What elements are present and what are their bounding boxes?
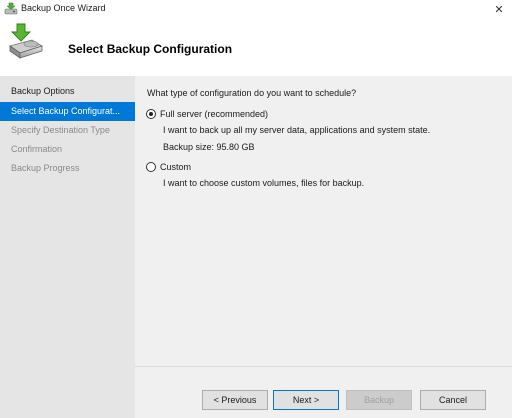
previous-button[interactable]: < Previous [202, 390, 268, 410]
wizard-header: Select Backup Configuration [0, 18, 512, 76]
configuration-question: What type of configuration do you want t… [147, 88, 357, 98]
step-specify-destination-type: Specify Destination Type [11, 125, 110, 135]
backup-size-text: Backup size: 95.80 GB [163, 142, 255, 152]
full-server-description: I want to back up all my server data, ap… [163, 125, 431, 135]
footer-divider [135, 366, 512, 367]
custom-description: I want to choose custom volumes, files f… [163, 178, 365, 188]
backup-app-icon [4, 2, 18, 15]
cancel-button[interactable]: Cancel [420, 390, 486, 410]
step-backup-options[interactable]: Backup Options [0, 82, 135, 101]
full-server-label[interactable]: Full server (recommended) [160, 109, 268, 119]
backup-wizard-icon [9, 23, 43, 59]
step-backup-progress: Backup Progress [11, 163, 80, 173]
title-bar: Backup Once Wizard ✕ [0, 0, 512, 18]
close-button[interactable]: ✕ [486, 0, 512, 18]
next-button[interactable]: Next > [273, 390, 339, 410]
wizard-content: What type of configuration do you want t… [135, 76, 512, 418]
full-server-radio[interactable] [146, 109, 156, 119]
window-title: Backup Once Wizard [21, 3, 106, 13]
custom-label[interactable]: Custom [160, 162, 191, 172]
custom-radio[interactable] [146, 162, 156, 172]
close-icon: ✕ [494, 3, 504, 16]
step-confirmation: Confirmation [11, 144, 63, 154]
page-title: Select Backup Configuration [68, 42, 233, 56]
backup-button: Backup [346, 390, 412, 410]
wizard-steps-sidebar: Backup Options Select Backup Configurat.… [0, 76, 135, 418]
step-select-backup-configuration[interactable]: Select Backup Configurat... [0, 102, 135, 121]
